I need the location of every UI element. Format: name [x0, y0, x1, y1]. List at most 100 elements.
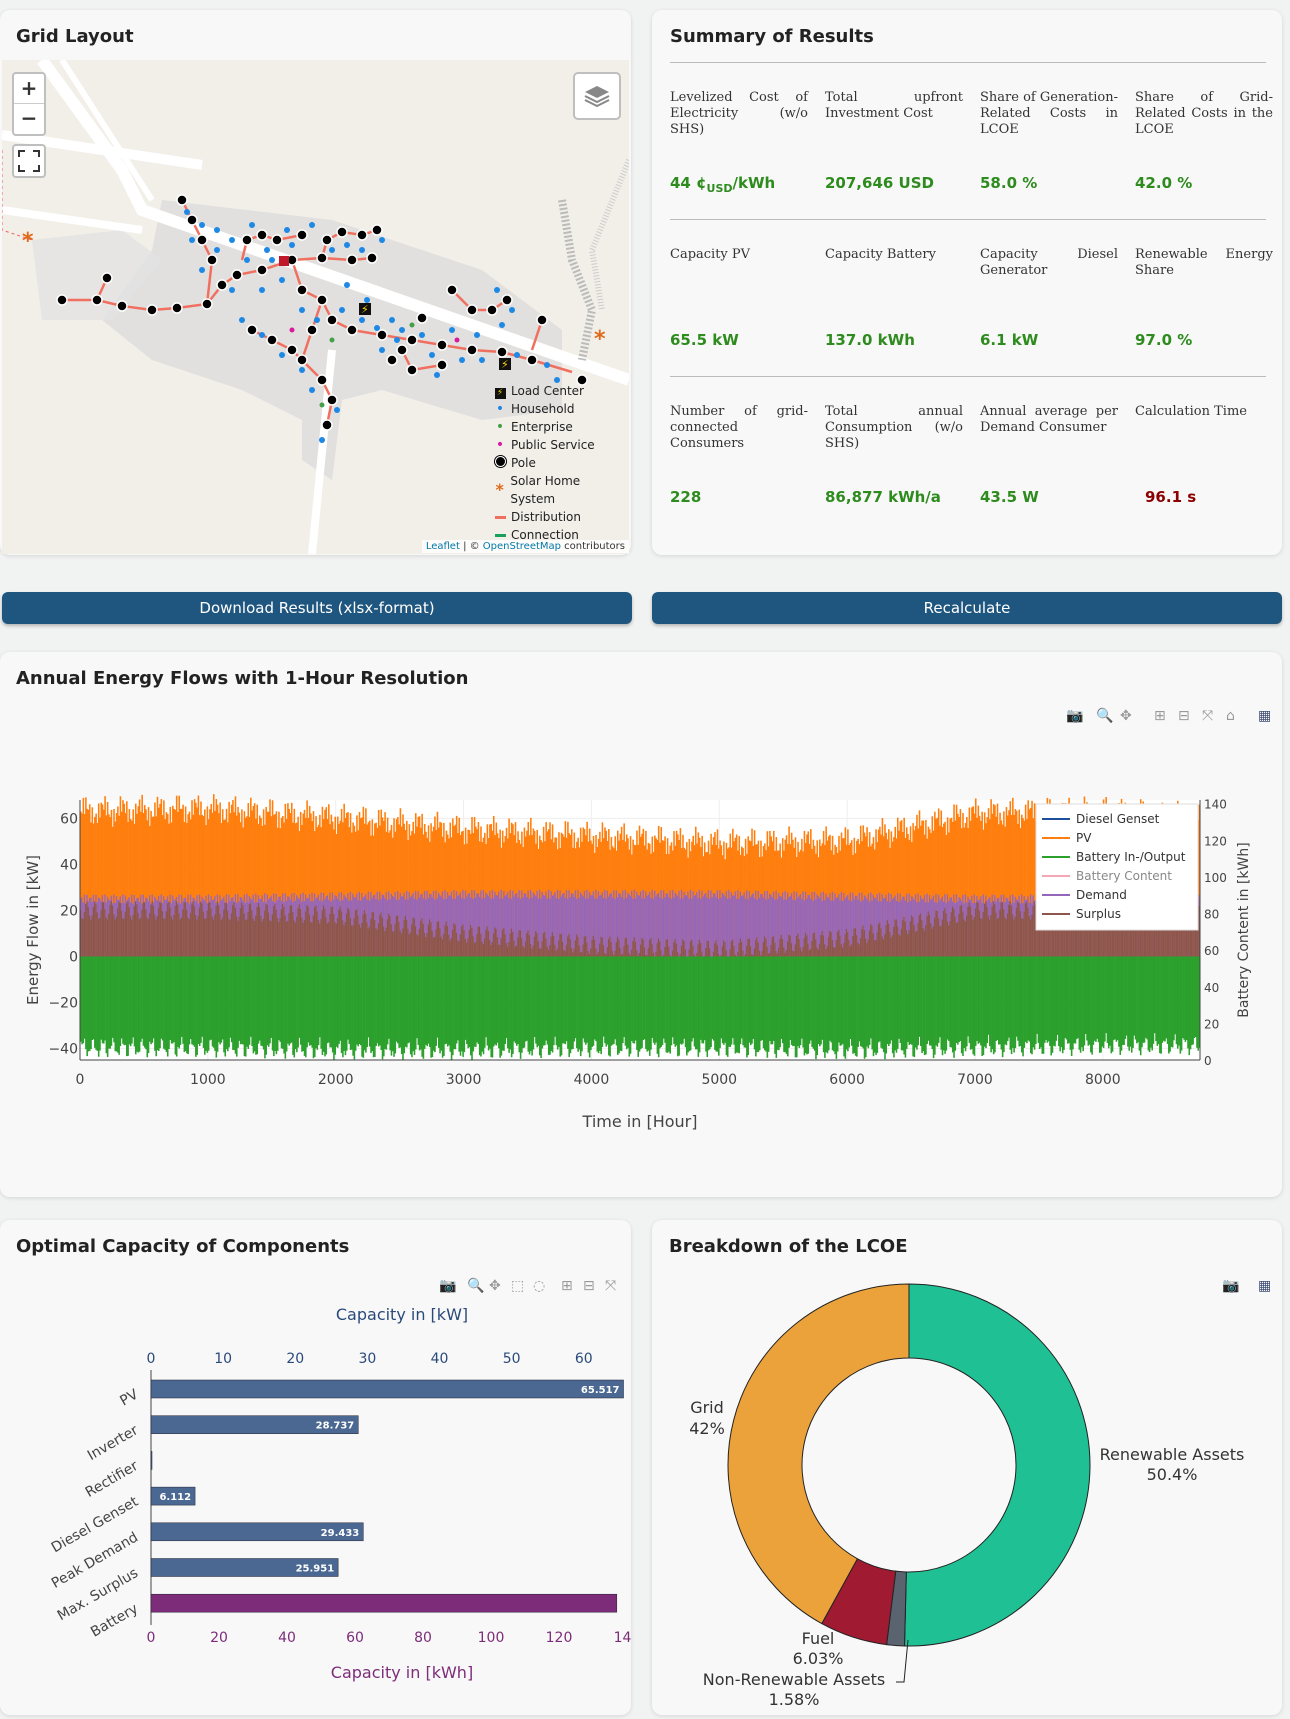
summary-label: Total upfront Investment Cost	[825, 90, 963, 121]
y2-tick-label: 120	[1204, 834, 1227, 848]
y-tick-label: 60	[60, 811, 78, 827]
legend-label: Battery In-/Output	[1076, 850, 1186, 864]
category-label: PV	[117, 1386, 141, 1409]
summary-label: Capacity Battery	[825, 247, 936, 262]
summary-label: Renewable Energy Share	[1135, 247, 1273, 278]
recalculate-button[interactable]: Recalculate	[652, 592, 1282, 624]
summary-value: 207,646 USD	[825, 174, 934, 192]
bar-value-label: 25.951	[296, 1564, 335, 1575]
slice-label: Renewable Assets	[1100, 1445, 1245, 1464]
legend-label: Household	[511, 402, 575, 416]
pie-slice	[903, 1283, 1091, 1647]
y-axis-label: Energy Flow in [kW]	[24, 855, 42, 1005]
summary-value-text: 86,877 kWh/a	[825, 488, 941, 506]
summary-value-text: 207,646 USD	[825, 174, 934, 192]
summary-value-text: 96.1 s	[1145, 488, 1197, 506]
bottom-tick-label: 80	[414, 1630, 432, 1646]
zoom-out-button[interactable]: −	[14, 104, 44, 133]
summary-label: Capacity PV	[670, 247, 751, 262]
top-tick-label: 60	[575, 1351, 593, 1367]
summary-value-sub: USD	[706, 182, 733, 195]
bottom-tick-label: 0	[147, 1630, 156, 1646]
summary-value-text: 65.5 kW	[670, 331, 739, 349]
summary-value-text: 6.1 kW	[980, 331, 1039, 349]
fullscreen-icon	[18, 150, 40, 172]
download-results-button[interactable]: Download Results (xlsx-format)	[2, 592, 632, 624]
summary-divider	[670, 376, 1266, 377]
y-tick-label: 0	[69, 949, 78, 965]
summary-value: 42.0 %	[1135, 174, 1192, 192]
summary-label: Capacity Diesel Generator	[980, 247, 1118, 278]
slice-label: Fuel	[802, 1629, 835, 1648]
y2-tick-label: 140	[1204, 798, 1227, 812]
top-tick-label: 20	[286, 1351, 304, 1367]
energy-flows-chart[interactable]: 0 1000 2000 3000 4000 5000 6000 7000 8000−40−200…	[0, 652, 1282, 1197]
summary-value-text: 42.0 %	[1135, 174, 1193, 192]
leaflet-link[interactable]: Leaflet	[426, 541, 460, 552]
summary-divider	[670, 62, 1266, 63]
top-tick-label: 0	[147, 1351, 156, 1367]
legend-item: ⚡ Load Center	[493, 382, 623, 400]
dot-icon: •	[495, 437, 505, 453]
bottom-tick-label: 120	[546, 1630, 573, 1646]
x-tick-label: 1000	[190, 1072, 226, 1088]
legend-label: Surplus	[1076, 907, 1121, 921]
legend-label: Enterprise	[511, 420, 573, 434]
y2-tick-label: 60	[1204, 944, 1219, 958]
y2-tick-label: 40	[1204, 981, 1219, 995]
summary-value-text: 44 ¢	[670, 174, 707, 192]
bottom-tick-label: 60	[346, 1630, 364, 1646]
asterisk-icon: *	[495, 480, 504, 499]
capacity-card: Optimal Capacity of Components 📷 🔍 ✥ ⬚ ◌…	[0, 1220, 631, 1715]
bottom-axis-title: Capacity in [kWh]	[331, 1663, 473, 1682]
legend-label: Distribution	[511, 510, 582, 524]
summary-value: 97.0 %	[1135, 331, 1192, 349]
summary-title: Summary of Results	[670, 26, 874, 47]
fullscreen-button[interactable]	[12, 144, 46, 178]
bottom-tick-label: 20	[210, 1630, 228, 1646]
summary-label: Calculation Time	[1135, 404, 1247, 419]
summary-label: Share of Grid-Related Costs in the LCOE	[1135, 90, 1273, 137]
osm-link[interactable]: OpenStreetMap	[483, 541, 561, 552]
layers-button[interactable]	[573, 72, 621, 120]
legend-label: Diesel Genset	[1076, 812, 1160, 826]
legend-label: Load Center	[511, 384, 584, 398]
summary-value: 86,877 kWh/a	[825, 488, 941, 506]
summary-value: 137.0 kWh	[825, 331, 915, 349]
slice-percent: 42%	[689, 1419, 725, 1438]
lcoe-chart[interactable]: Renewable Assets50.4% Grid 42% Fuel6.03% Non…	[652, 1220, 1282, 1715]
y2-axis-label: Battery Content in [kWh]	[1236, 842, 1252, 1017]
zoom-control: + −	[12, 72, 46, 136]
bar-value-label: 6.112	[159, 1492, 191, 1503]
y2-tick-label: 80	[1204, 908, 1219, 922]
capacity-bar	[150, 1593, 618, 1613]
legend-label: Demand	[1076, 888, 1127, 902]
legend-label: Battery Content	[1076, 869, 1172, 883]
summary-value-tail: /kWh	[732, 174, 776, 192]
summary-value-text: 228	[670, 488, 702, 506]
top-tick-label: 50	[503, 1351, 521, 1367]
bar-value-label: 65.517	[581, 1385, 620, 1396]
slice-label: Grid	[690, 1398, 724, 1417]
capacity-chart[interactable]: Capacity in [kW] 0 10 20 30 40 50 60 0 20 40 60 80 10…	[0, 1220, 631, 1715]
summary-label: Share of Generation-Related Costs in LCO…	[980, 90, 1118, 137]
x-tick-label: 5000	[701, 1072, 737, 1088]
x-tick-label: 3000	[446, 1072, 482, 1088]
zoom-in-button[interactable]: +	[14, 74, 44, 104]
y-tick-label: −40	[48, 1041, 78, 1057]
slice-percent: 50.4%	[1147, 1465, 1198, 1484]
energy-flows-card: Annual Energy Flows with 1-Hour Resoluti…	[0, 652, 1282, 1197]
svg-text:*: *	[594, 327, 606, 352]
lightning-icon: ⚡	[493, 382, 507, 400]
grid-layout-title: Grid Layout	[16, 26, 134, 47]
summary-card: Summary of Results Levelized Cost of Ele…	[652, 10, 1282, 555]
svg-text:⚡: ⚡	[361, 303, 369, 316]
dot-icon: •	[495, 401, 505, 417]
legend-label: PV	[1076, 831, 1092, 845]
bottom-tick-label: 40	[278, 1630, 296, 1646]
lcoe-card: Breakdown of the LCOE 📷 ▦ Renewable Asse…	[652, 1220, 1282, 1715]
grid-layout-card: Grid Layout ⚡ ⚡ * * + − ⚡ Load Center • …	[0, 10, 631, 555]
top-tick-label: 40	[431, 1351, 449, 1367]
summary-value: 58.0 %	[980, 174, 1037, 192]
x-tick-label: 8000	[1085, 1072, 1121, 1088]
